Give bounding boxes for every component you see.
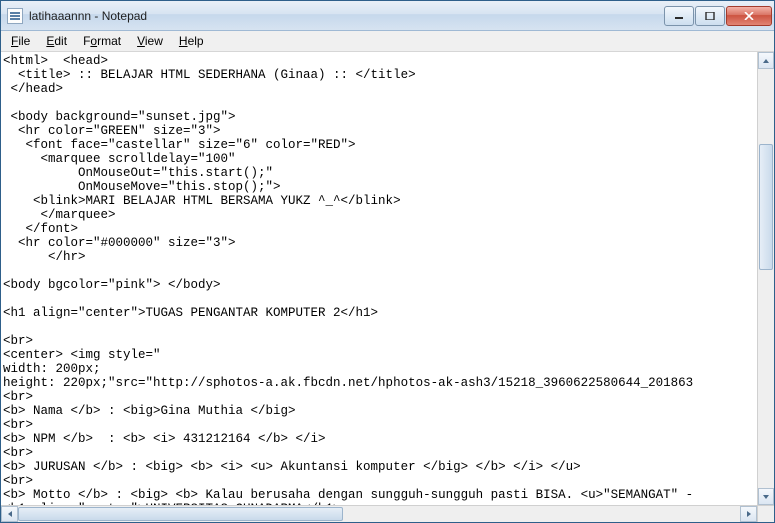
vscroll-track[interactable]: [758, 69, 774, 488]
horizontal-scrollbar[interactable]: [1, 505, 757, 522]
titlebar[interactable]: latihaaannn - Notepad: [1, 1, 774, 31]
close-button[interactable]: [726, 6, 772, 26]
chevron-left-icon: [7, 510, 13, 518]
menubar: File Edit Format View Help: [1, 31, 774, 52]
chevron-up-icon: [762, 58, 770, 64]
bottom-scroll-row: [1, 505, 774, 522]
chevron-right-icon: [746, 510, 752, 518]
hscroll-thumb[interactable]: [18, 507, 343, 521]
menu-view[interactable]: View: [129, 31, 171, 51]
hscroll-track[interactable]: [18, 506, 740, 522]
menu-help[interactable]: Help: [171, 31, 212, 51]
notepad-window: latihaaannn - Notepad File Edit Format V…: [0, 0, 775, 523]
scroll-corner: [757, 505, 774, 522]
menu-format[interactable]: Format: [75, 31, 129, 51]
scroll-left-button[interactable]: [1, 506, 18, 522]
menu-edit[interactable]: Edit: [38, 31, 75, 51]
maximize-icon: [705, 12, 715, 20]
client-area: <html> <head> <title> :: BELAJAR HTML SE…: [1, 52, 774, 505]
chevron-down-icon: [762, 494, 770, 500]
vscroll-thumb[interactable]: [759, 144, 773, 270]
scroll-down-button[interactable]: [758, 488, 774, 505]
menu-file[interactable]: File: [3, 31, 38, 51]
scroll-right-button[interactable]: [740, 506, 757, 522]
window-title: latihaaannn - Notepad: [29, 9, 147, 23]
maximize-button[interactable]: [695, 6, 725, 26]
minimize-button[interactable]: [664, 6, 694, 26]
minimize-icon: [674, 12, 684, 20]
window-controls: [663, 6, 772, 26]
notepad-icon: [7, 8, 23, 24]
close-icon: [744, 12, 754, 20]
text-editor[interactable]: <html> <head> <title> :: BELAJAR HTML SE…: [1, 52, 757, 505]
scroll-up-button[interactable]: [758, 52, 774, 69]
vertical-scrollbar[interactable]: [757, 52, 774, 505]
